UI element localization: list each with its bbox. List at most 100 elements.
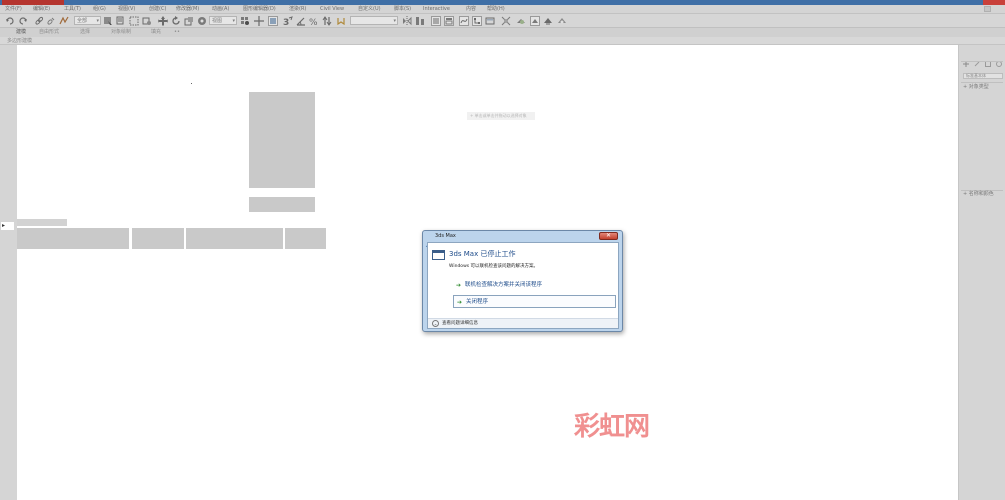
percent-snap-icon[interactable]: % [309, 16, 319, 26]
dialog-footer: ⌄ 查看问题详细信息 [428, 318, 618, 328]
status-prompt: + 单击或单击并拖动以选择对象 [467, 112, 535, 120]
program-window-icon [432, 250, 445, 260]
hierarchy-tab-icon[interactable] [985, 52, 991, 67]
command-panel: 标准基本体 + 对象类型 + 名称和颜色 [958, 45, 1005, 500]
selection-filter-value: 全部 [77, 18, 88, 24]
pivot-icon[interactable] [240, 16, 250, 26]
unlink-icon[interactable] [46, 16, 56, 26]
menu-create[interactable]: 创建(C) [149, 6, 166, 12]
select-place-icon[interactable] [197, 16, 207, 26]
menu-file[interactable]: 文件(F) [5, 6, 22, 12]
rollout-object-type[interactable]: + 对象类型 [963, 84, 989, 90]
move-icon[interactable] [158, 16, 168, 26]
menu-scripting[interactable]: 脚本(S) [394, 6, 411, 12]
menu-help[interactable]: 帮助(H) [487, 6, 505, 12]
chevron-down-icon: ▾ [96, 18, 99, 24]
menu-views[interactable]: 视图(V) [118, 6, 135, 12]
menu-content[interactable]: 内容 [466, 6, 476, 12]
menu-animation[interactable]: 动画(A) [212, 6, 229, 12]
modify-tab-icon[interactable] [974, 52, 980, 67]
dialog-description: Windows 可以联机检查该问题的解决方案。 [449, 264, 539, 269]
grey-block [17, 228, 129, 249]
rotate-icon[interactable] [171, 16, 181, 26]
geometry-icon[interactable] [963, 64, 969, 79]
motion-tab-icon[interactable] [996, 52, 1002, 67]
tab-object-paint[interactable]: 对象绘制 [111, 29, 131, 36]
selection-filter-dropdown[interactable]: 全部 ▾ [74, 16, 101, 25]
panel-divider [961, 61, 1003, 62]
menu-customize[interactable]: 自定义(U) [358, 6, 381, 12]
select-by-name-icon[interactable] [116, 16, 126, 26]
check-online-close-button[interactable]: ➔ 联机检查解决方案并关闭该程序 [453, 279, 542, 292]
menu-overflow-button[interactable] [984, 6, 991, 12]
dialog-close-button[interactable]: ✕ [599, 232, 618, 240]
undo-icon[interactable] [5, 16, 15, 26]
tab-populate[interactable]: 填充 [151, 29, 161, 36]
shapes-icon[interactable] [970, 64, 978, 79]
menu-civil-view[interactable]: Civil View [320, 6, 344, 12]
dialog-heading: 3ds Max 已停止工作 [449, 250, 516, 258]
chevron-down-icon: ▾ [393, 18, 396, 24]
select-manipulate-icon[interactable] [254, 16, 264, 26]
tab-freeform[interactable]: 自由形式 [39, 29, 59, 36]
ribbon-options-button[interactable]: •• [174, 29, 180, 36]
menu-rendering[interactable]: 渲染(R) [289, 6, 306, 12]
render-icon[interactable] [530, 16, 540, 26]
scale-icon[interactable] [184, 16, 194, 26]
menu-group[interactable]: 组(G) [93, 6, 106, 12]
ribbon-sub-label[interactable]: 多边形建模 [7, 38, 32, 44]
redo-icon[interactable] [18, 16, 28, 26]
grey-block [285, 228, 326, 249]
create-tab-icon[interactable] [963, 52, 969, 67]
layer-explorer-icon[interactable] [431, 16, 441, 26]
mirror-icon[interactable] [402, 16, 412, 26]
ribbon-tabs: 建模 自由形式 选择 对象绘制 填充 •• [0, 28, 1005, 37]
object-category-dropdown[interactable]: 标准基本体 [963, 73, 1003, 79]
menu-modifiers[interactable]: 修改器(M) [176, 6, 199, 12]
rendered-frame-icon[interactable] [516, 16, 526, 26]
angle-snap-icon[interactable] [296, 16, 306, 26]
menu-edit[interactable]: 编辑(E) [33, 6, 50, 12]
chevron-down-icon[interactable]: ⌄ [432, 320, 439, 327]
toggle-ribbon-icon[interactable] [444, 16, 454, 26]
scene-explorer-toggle[interactable]: ▸ [1, 222, 14, 230]
close-program-button[interactable]: ➔ 关闭程序 [453, 295, 616, 308]
tab-modeling[interactable]: 建模 [16, 29, 26, 36]
dialog-title-bar: 3ds Max ✕ [423, 231, 622, 247]
watermark-logo: 彩虹网 [574, 412, 650, 442]
green-arrow-icon: ➔ [456, 282, 462, 289]
snap-3d-icon[interactable]: 3 [283, 16, 293, 26]
select-object-icon[interactable] [103, 16, 113, 26]
check-online-close-label: 联机检查解决方案并关闭该程序 [465, 282, 543, 288]
material-editor-icon[interactable] [485, 16, 495, 26]
render-setup-icon[interactable] [501, 16, 511, 26]
menu-bar: 文件(F) 编辑(E) 工具(T) 组(G) 视图(V) 创建(C) 修改器(M… [0, 5, 1005, 14]
window-crossing-icon[interactable] [142, 16, 152, 26]
helpers-icon[interactable] [995, 64, 1001, 79]
spinner-snap-icon[interactable] [322, 16, 332, 26]
curve-editor-icon[interactable] [459, 16, 469, 26]
named-selection-dropdown[interactable]: ▾ [350, 16, 398, 25]
menu-tools[interactable]: 工具(T) [64, 6, 81, 12]
link-icon[interactable] [34, 16, 44, 26]
align-icon[interactable] [415, 16, 425, 26]
app-icon [426, 233, 432, 247]
menu-interactive[interactable]: Interactive [423, 6, 450, 12]
rollout-name-color[interactable]: + 名称和颜色 [963, 191, 994, 197]
schematic-view-icon[interactable] [472, 16, 482, 26]
reference-coord-dropdown[interactable]: 视图 ▾ [209, 16, 237, 25]
edit-named-sets-icon[interactable] [336, 16, 346, 26]
keyboard-shortcut-icon[interactable] [268, 16, 278, 26]
bind-spacewarp-icon[interactable] [59, 16, 69, 26]
region-select-icon[interactable] [129, 16, 139, 26]
view-problem-details-link[interactable]: 查看问题详细信息 [442, 321, 478, 327]
grey-block [186, 228, 283, 249]
ribbon-panel: 多边形建模 [0, 37, 1005, 45]
render-iterative-icon[interactable] [543, 16, 553, 26]
menu-graph-editors[interactable]: 图形编辑器(D) [243, 6, 276, 12]
render-active-shade-icon[interactable] [557, 16, 567, 26]
lights-icon[interactable] [979, 64, 985, 78]
cameras-icon[interactable] [987, 64, 993, 78]
tab-selection[interactable]: 选择 [80, 29, 90, 36]
panel-divider [961, 82, 1003, 83]
